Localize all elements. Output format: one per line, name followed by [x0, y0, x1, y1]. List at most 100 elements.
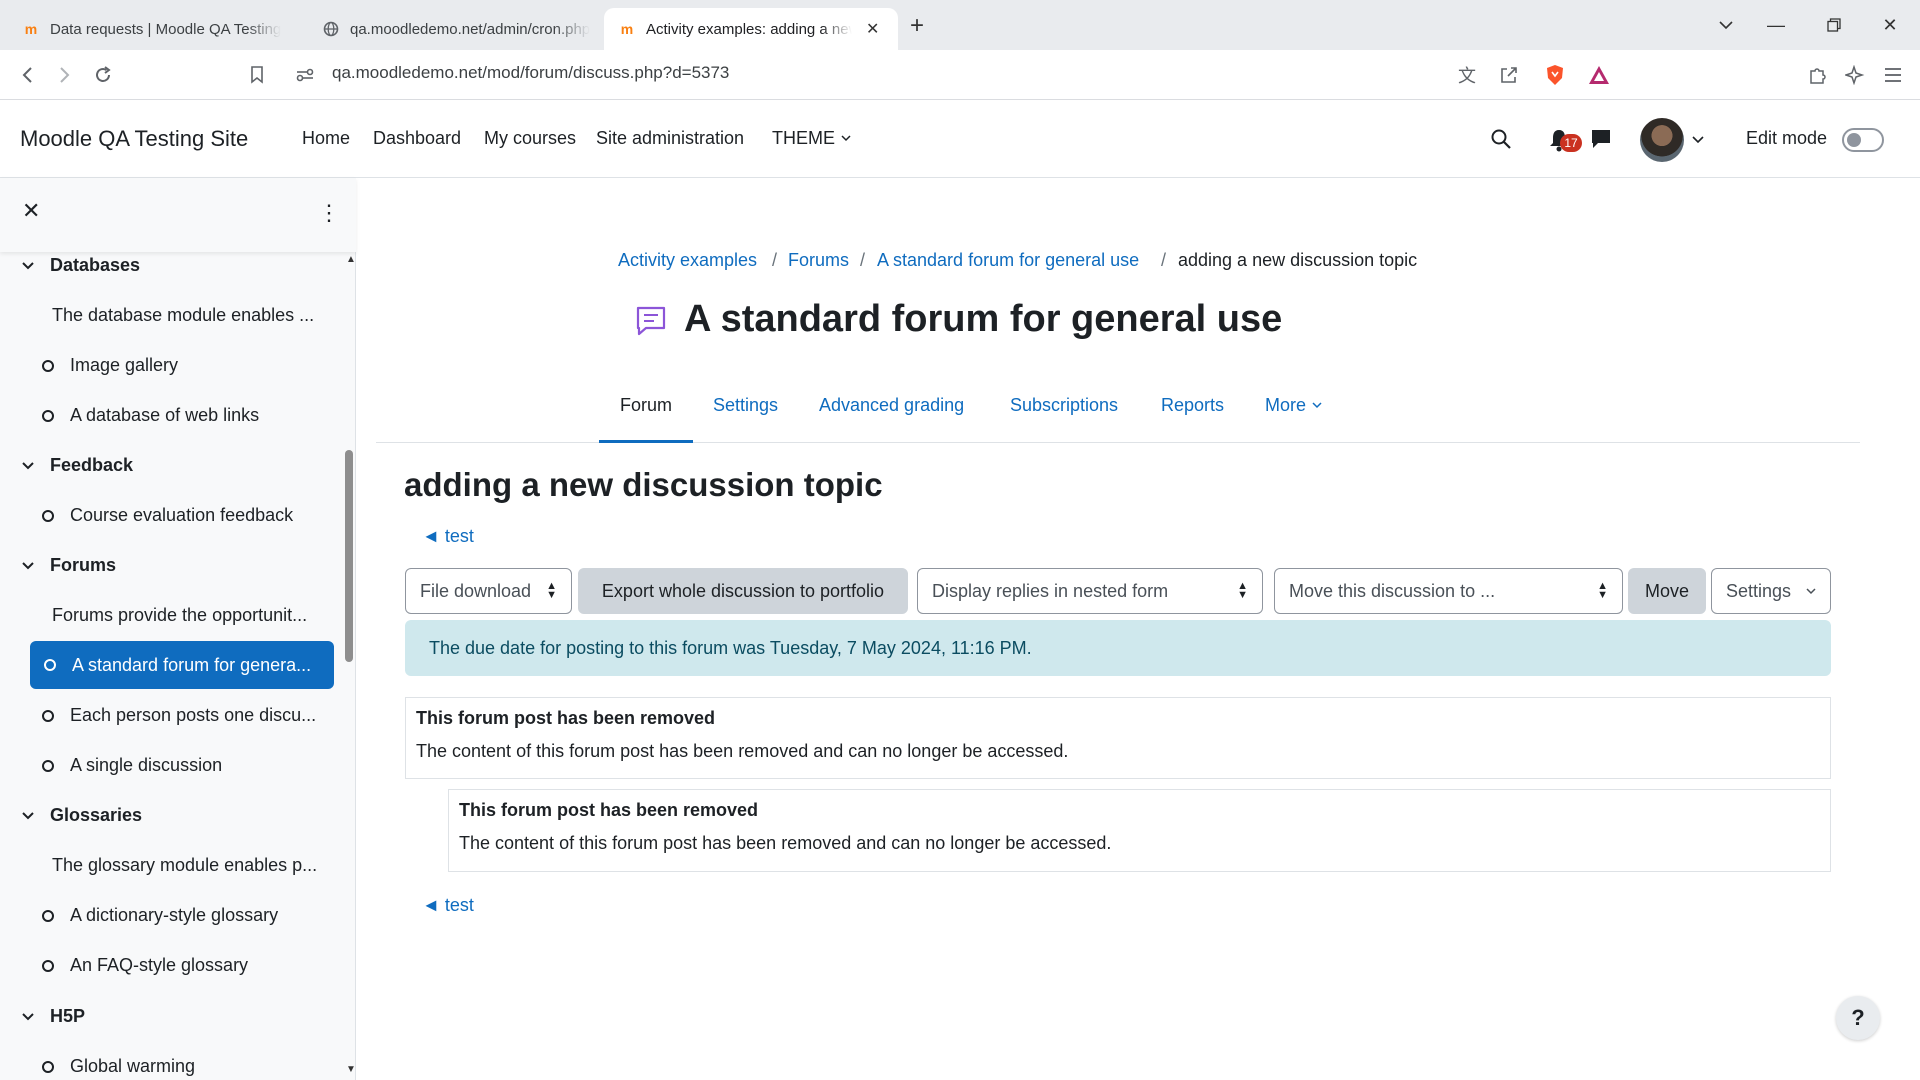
brave-shield-icon[interactable] [1542, 62, 1568, 88]
drawer-scroll-down-icon[interactable]: ▼ [346, 1064, 356, 1075]
drawer-item-each-person[interactable]: Each person posts one discu... [42, 705, 316, 726]
extensions-icon[interactable] [1804, 62, 1830, 88]
nav-dashboard[interactable]: Dashboard [373, 128, 461, 149]
discussion-settings-dropdown[interactable]: Settings [1711, 568, 1831, 614]
drawer-item-faq-glossary[interactable]: An FAQ-style glossary [42, 955, 248, 976]
translate-icon[interactable]: 文 [1454, 62, 1480, 88]
drawer-item-label: A standard forum for genera... [72, 654, 312, 675]
nav-my-courses[interactable]: My courses [484, 128, 576, 149]
drawer-item-single-discussion[interactable]: A single discussion [42, 755, 222, 776]
tab-search-icon[interactable] [1698, 0, 1754, 50]
brave-rewards-icon[interactable] [1586, 62, 1612, 88]
search-icon[interactable] [1490, 128, 1512, 150]
tab-more-label: More [1265, 395, 1307, 415]
browser-tab-activity-examples[interactable]: m Activity examples: adding a new discus… [604, 8, 898, 50]
bookmark-icon[interactable] [244, 62, 270, 88]
drawer-item-label: A database of web links [70, 405, 260, 425]
chevron-down-icon [1806, 587, 1816, 595]
settings-label: Settings [1726, 580, 1792, 601]
move-discussion-select[interactable]: Move this discussion to ... ▲ ▼ [1274, 568, 1623, 614]
page-title: A standard forum for general use [684, 298, 1283, 340]
drawer-options-icon[interactable]: ⋮ [318, 200, 340, 226]
restore-icon[interactable] [1806, 0, 1862, 50]
browser-tab-data-requests[interactable]: m Data requests | Moodle QA Testing [8, 8, 308, 50]
section-label: Forums [50, 555, 117, 575]
drawer-item-label: A single discussion [70, 755, 223, 775]
drawer-item-dictionary-glossary[interactable]: A dictionary-style glossary [42, 905, 278, 926]
glossary-description[interactable]: The glossary module enables p... [52, 855, 317, 876]
breadcrumb-forums[interactable]: Forums [788, 250, 849, 271]
file-download-select[interactable]: File download ▲ ▼ [405, 568, 572, 614]
breadcrumb-separator: / [1161, 250, 1167, 270]
minimize-icon[interactable]: — [1748, 0, 1804, 50]
forums-description[interactable]: Forums provide the opportunit... [52, 605, 307, 626]
section-forums[interactable]: Forums [22, 555, 116, 576]
tab-reports[interactable]: Reports [1161, 395, 1224, 416]
tab-more[interactable]: More [1265, 395, 1322, 416]
chevron-down-icon [22, 561, 38, 570]
previous-discussion-link-bottom[interactable]: ◄ test [422, 895, 474, 916]
drawer-item-label: Each person posts one discu... [70, 705, 317, 725]
site-info-icon[interactable] [292, 62, 318, 88]
tab-subscriptions[interactable]: Subscriptions [1010, 395, 1118, 416]
drawer-item-course-evaluation[interactable]: Course evaluation feedback [42, 505, 293, 526]
user-avatar[interactable] [1640, 118, 1684, 162]
nav-site-administration[interactable]: Site administration [596, 128, 744, 149]
help-button[interactable]: ? [1836, 996, 1880, 1040]
forum-post-reply: This forum post has been removed The con… [448, 789, 1831, 872]
tab-advanced-grading[interactable]: Advanced grading [819, 395, 964, 416]
section-feedback[interactable]: Feedback [22, 455, 133, 476]
drawer-item-image-gallery[interactable]: Image gallery [42, 355, 178, 376]
close-tab-icon[interactable]: ✕ [866, 19, 879, 39]
forward-icon[interactable] [52, 62, 78, 88]
chevron-down-icon [22, 1012, 38, 1021]
notification-count-badge: 17 [1560, 134, 1582, 152]
drawer-item-global-warming[interactable]: Global warming [42, 1056, 195, 1077]
tab-settings[interactable]: Settings [713, 395, 778, 416]
databases-description[interactable]: The database module enables ... [52, 305, 314, 326]
tab-forum[interactable]: Forum [620, 395, 672, 416]
move-button[interactable]: Move [1628, 568, 1706, 614]
nav-home[interactable]: Home [302, 128, 350, 149]
back-icon[interactable] [14, 62, 40, 88]
browser-menu-icon[interactable] [1880, 62, 1906, 88]
active-tab-indicator [599, 440, 693, 443]
edit-mode-toggle[interactable] [1842, 128, 1884, 152]
close-drawer-icon[interactable]: ✕ [22, 198, 40, 224]
section-h5p[interactable]: H5P [22, 1006, 85, 1027]
export-portfolio-button[interactable]: Export whole discussion to portfolio [578, 568, 908, 614]
section-label: Glossaries [50, 805, 143, 825]
leo-ai-icon[interactable] [1842, 62, 1868, 88]
incomplete-circle-icon [42, 509, 54, 522]
drawer-item-standard-forum[interactable]: A standard forum for genera... [30, 641, 334, 689]
drawer-scroll-up-icon[interactable]: ▲ [346, 254, 356, 265]
incomplete-circle-icon [42, 759, 54, 772]
drawer-scrollbar[interactable] [345, 450, 353, 662]
breadcrumb-separator: / [772, 250, 778, 270]
messages-icon[interactable] [1590, 128, 1612, 150]
chevron-down-icon [22, 261, 38, 270]
breadcrumb-standard-forum[interactable]: A standard forum for general use [877, 250, 1139, 271]
previous-discussion-link[interactable]: ◄ test [422, 526, 474, 547]
url-text[interactable]: qa.moodledemo.net/mod/forum/discuss.php?… [332, 63, 729, 83]
user-menu-chevron-icon[interactable] [1692, 136, 1704, 144]
section-glossaries[interactable]: Glossaries [22, 805, 142, 826]
close-window-icon[interactable]: ✕ [1862, 0, 1918, 50]
new-tab-icon[interactable]: + [910, 12, 924, 40]
drawer-item-web-links[interactable]: A database of web links [42, 405, 259, 426]
section-label: Feedback [50, 455, 134, 475]
incomplete-circle-icon [42, 709, 54, 722]
post-title: This forum post has been removed [459, 800, 759, 820]
nav-theme-label: THEME [772, 128, 835, 148]
share-icon[interactable] [1496, 62, 1522, 88]
section-databases[interactable]: Databases [22, 255, 140, 276]
nav-theme[interactable]: THEME [772, 128, 851, 149]
reload-icon[interactable] [90, 62, 116, 88]
site-name[interactable]: Moodle QA Testing Site [20, 126, 248, 152]
section-label: H5P [50, 1006, 86, 1026]
alert-text: The due date for posting to this forum w… [429, 637, 1032, 658]
drawer-header [0, 178, 356, 252]
breadcrumb-activity-examples[interactable]: Activity examples [618, 250, 757, 271]
browser-tab-cron[interactable]: qa.moodledemo.net/admin/cron.php [308, 8, 604, 50]
display-mode-select[interactable]: Display replies in nested form ▲ ▼ [917, 568, 1263, 614]
